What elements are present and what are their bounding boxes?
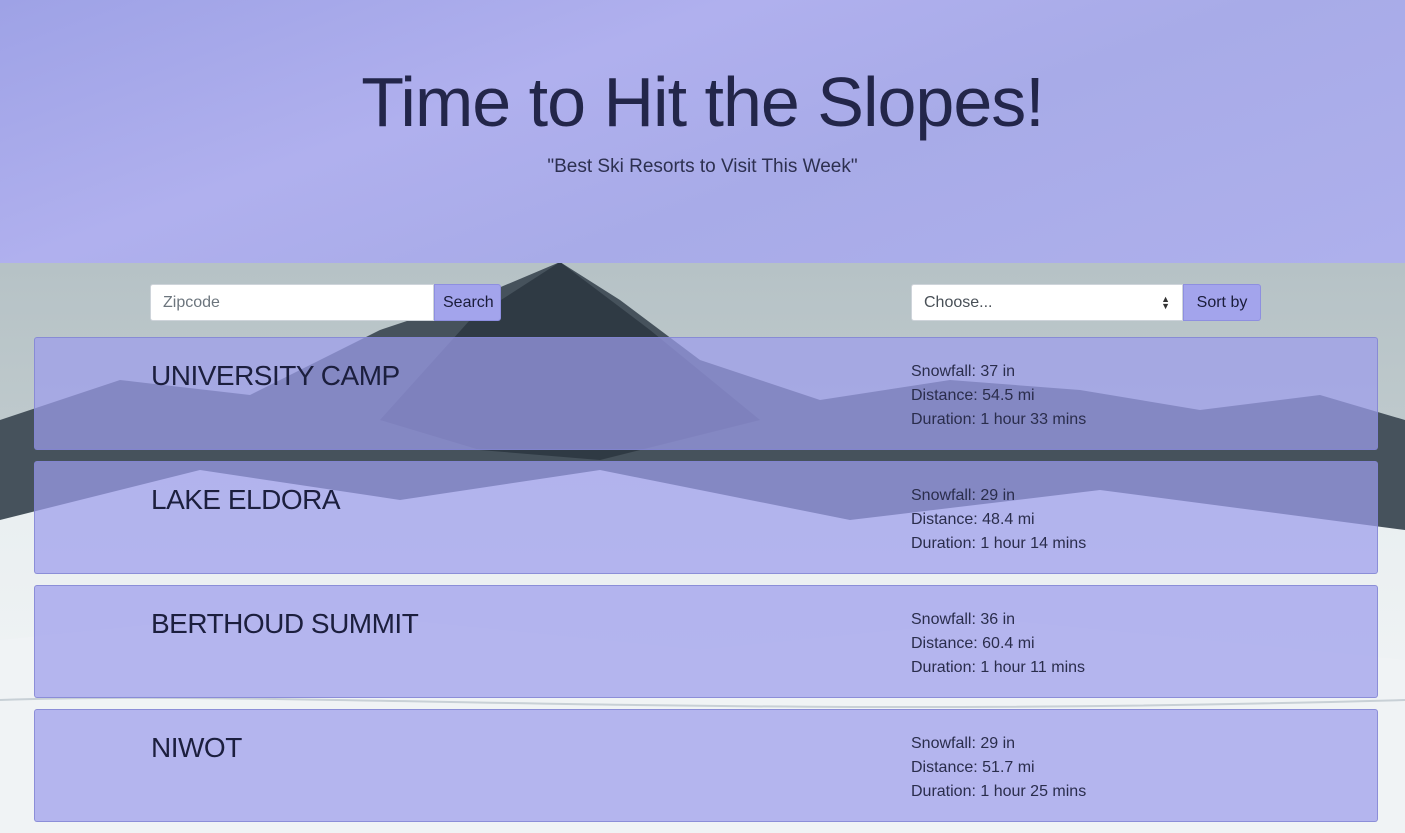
resort-distance: Distance: 54.5 mi (911, 387, 1035, 404)
resort-card[interactable]: BERTHOUD SUMMIT Snowfall: 36 in Distance… (34, 585, 1378, 698)
resort-snowfall: Snowfall: 37 in (911, 363, 1016, 380)
sort-select-value: Choose... (924, 293, 993, 311)
resort-snowfall: Snowfall: 36 in (911, 611, 1016, 628)
resort-details: Snowfall: 29 in Distance: 51.7 mi Durati… (911, 732, 1086, 804)
resort-duration: Duration: 1 hour 25 mins (911, 783, 1087, 800)
resort-distance: Distance: 48.4 mi (911, 511, 1035, 528)
resort-snowfall: Snowfall: 29 in (911, 487, 1016, 504)
zipcode-search-group: Search (150, 284, 501, 321)
resort-details: Snowfall: 37 in Distance: 54.5 mi Durati… (911, 360, 1086, 432)
hero-banner: Time to Hit the Slopes! "Best Ski Resort… (0, 0, 1405, 263)
resort-card[interactable]: NIWOT Snowfall: 29 in Distance: 51.7 mi … (34, 709, 1378, 822)
select-arrows-icon: ▲ ▼ (1161, 293, 1170, 311)
resort-name: LAKE ELDORA (151, 484, 341, 515)
sort-by-button[interactable]: Sort by (1183, 284, 1261, 321)
resort-name: UNIVERSITY CAMP (151, 360, 400, 391)
resort-duration: Duration: 1 hour 11 mins (911, 659, 1086, 676)
resort-distance: Distance: 60.4 mi (911, 635, 1035, 652)
resort-details: Snowfall: 36 in Distance: 60.4 mi Durati… (911, 608, 1085, 680)
resort-card[interactable]: UNIVERSITY CAMP Snowfall: 37 in Distance… (34, 337, 1378, 450)
sort-select[interactable]: Choose... ▲ ▼ (911, 284, 1183, 321)
resort-name: BERTHOUD SUMMIT (151, 608, 419, 639)
page-subtitle: "Best Ski Resorts to Visit This Week" (547, 156, 858, 177)
resort-distance: Distance: 51.7 mi (911, 759, 1035, 776)
resort-details: Snowfall: 29 in Distance: 48.4 mi Durati… (911, 484, 1086, 556)
resort-name: NIWOT (151, 732, 242, 763)
resort-duration: Duration: 1 hour 33 mins (911, 411, 1087, 428)
search-button[interactable]: Search (434, 284, 501, 321)
resort-card[interactable]: LAKE ELDORA Snowfall: 29 in Distance: 48… (34, 461, 1378, 574)
page-title: Time to Hit the Slopes! (361, 63, 1044, 141)
sort-group: Choose... ▲ ▼ Sort by (911, 284, 1261, 321)
resort-duration: Duration: 1 hour 14 mins (911, 535, 1087, 552)
resort-snowfall: Snowfall: 29 in (911, 735, 1016, 752)
zipcode-input[interactable] (150, 284, 434, 321)
